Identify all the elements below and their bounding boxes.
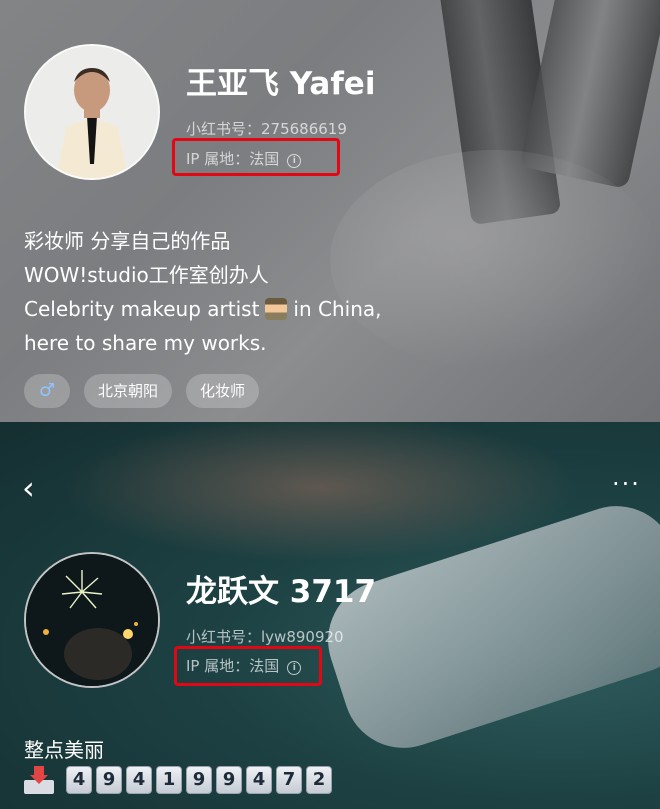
background-surfboard [312, 490, 660, 764]
counter-digit: 7 [276, 766, 302, 794]
avatar[interactable] [24, 44, 160, 180]
counter-digit: 9 [96, 766, 122, 794]
background-brush [438, 0, 562, 226]
counter-digit: 4 [246, 766, 272, 794]
counter-digit: 4 [66, 766, 92, 794]
profile-motto: 整点美丽 [24, 738, 104, 762]
highlight-box [172, 138, 340, 176]
xiaohongshu-id: 小红书号：lyw890920 [186, 628, 344, 646]
counter-digit: 2 [306, 766, 332, 794]
gender-male-icon: ♂ [24, 374, 70, 408]
bio: 彩妆师 分享自己的作品 WOW!studio工作室创办人 Celebrity m… [24, 224, 382, 360]
avatar[interactable] [24, 552, 160, 688]
bio-line: here to share my works. [24, 331, 267, 355]
profile-name: 王亚飞 Yafei [186, 66, 376, 102]
bio-line: WOW!studio工作室创办人 [24, 263, 269, 287]
digit-counter: 4 9 4 1 9 9 4 7 2 [24, 766, 332, 794]
highlight-box [174, 646, 322, 686]
tag-list: ♂ 北京朝阳 化妆师 [24, 374, 260, 408]
man-emoji-icon [265, 298, 288, 320]
counter-digit: 9 [216, 766, 242, 794]
xiaohongshu-id: 小红书号：275686619 [186, 120, 347, 138]
counter-digit: 4 [126, 766, 152, 794]
counter-digit: 1 [156, 766, 182, 794]
background-swimmer [60, 422, 580, 562]
inbox-tray-icon [24, 766, 54, 794]
bio-line-text: Celebrity makeup artist [24, 297, 260, 321]
bio-line-text: in China, [293, 297, 382, 321]
background-brush-2 [519, 0, 660, 190]
location-tag[interactable]: 北京朝阳 [84, 374, 173, 408]
profile-name: 龙跃文 3717 [186, 574, 377, 610]
more-dots-icon[interactable]: ··· [612, 470, 641, 498]
bio-line: 彩妆师 分享自己的作品 [24, 229, 231, 253]
bio-line: Celebrity makeup artist in China, [24, 292, 382, 326]
profession-tag[interactable]: 化妆师 [186, 374, 260, 408]
chevron-left-icon[interactable]: ‹ [22, 472, 35, 504]
counter-digit: 9 [186, 766, 212, 794]
